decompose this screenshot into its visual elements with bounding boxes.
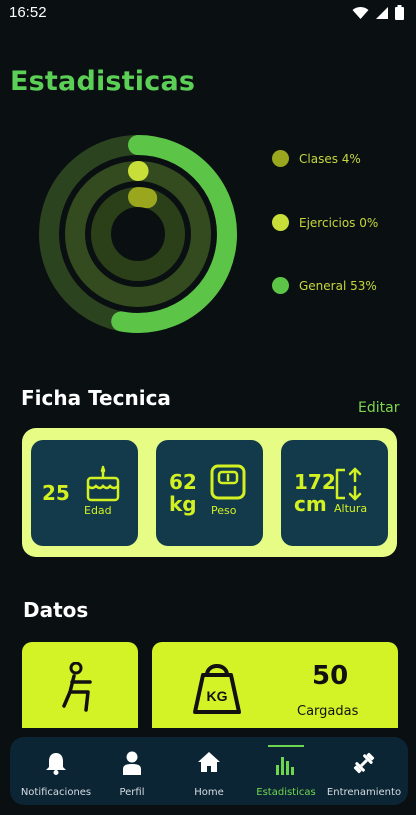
legend-item-clases: Clases 4% [272,150,361,167]
nav-label-entrenamiento: Entrenamiento [326,787,402,798]
altura-unit: cm [294,492,327,516]
kettlebell-icon: KG [190,659,244,721]
dumbbell-icon [352,751,376,779]
kettlebell-icon-text: KG [207,688,228,704]
peso-value: 62 [169,470,197,494]
edad-value: 25 [42,481,70,505]
user-icon [122,751,142,779]
nav-label-perfil: Perfil [119,787,145,798]
edad-label: Edad [84,504,112,517]
legend-dot-general [272,277,289,294]
nav-item-notificaciones[interactable]: Notificaciones [14,737,98,805]
signal-icon [375,5,389,24]
legend-label-ejercicios: Ejercicios 0% [299,215,379,230]
legend-dot-ejercicios [272,214,289,231]
exercise-card[interactable] [22,642,138,728]
cargadas-count: 50 [312,661,349,691]
nav-item-home[interactable]: Home [174,737,244,805]
birthday-cake-icon [83,464,123,508]
legend-label-clases: Clases 4% [299,151,361,166]
nav-item-perfil[interactable]: Perfil [98,737,166,805]
legend-item-ejercicios: Ejercicios 0% [272,214,378,231]
peso-unit: kg [169,492,197,516]
legend-dot-clases [272,150,289,167]
page-title: Estadisticas [10,66,196,97]
status-time: 16:52 [9,4,47,21]
nav-label-notificaciones: Notificaciones [20,787,92,798]
battery-icon [395,5,404,24]
altura-value: 172 [294,470,336,494]
nav-label-home: Home [194,787,224,798]
legend-item-general: General 53% [272,277,377,294]
peso-label: Peso [211,504,237,517]
height-arrows-icon [333,466,367,506]
ficha-tecnica-panel: 25 Edad 62 kg Peso 172 cm Altura [22,428,397,557]
altura-card[interactable]: 172 cm Altura [281,440,388,546]
status-bar: 16:52 [0,0,416,26]
edit-button[interactable]: Editar [358,400,399,416]
edad-card[interactable]: 25 Edad [31,440,138,546]
nav-label-estadisticas: Estadisticas [256,787,316,798]
altura-label: Altura [334,502,368,515]
progress-rings [39,135,237,333]
home-icon [197,751,221,777]
ficha-tecnica-title: Ficha Tecnica [21,386,171,410]
peso-card[interactable]: 62 kg Peso [156,440,263,546]
ring-track-clases [91,187,185,281]
legend-label-general: General 53% [299,278,377,293]
cargadas-card[interactable]: KG 50 Cargadas [152,642,398,728]
bottom-navigation: Notificaciones Perfil Home Estadisticas … [10,737,408,805]
bell-icon [45,751,67,779]
squat-icon [60,661,100,722]
active-tab-indicator [268,745,304,747]
nav-item-entrenamiento[interactable]: Entrenamiento [324,737,404,805]
bar-chart-icon [275,753,297,779]
wifi-icon [352,5,369,24]
scale-icon [208,462,248,506]
nav-item-estadisticas[interactable]: Estadisticas [250,737,322,805]
cargadas-label: Cargadas [297,704,359,719]
datos-title: Datos [23,598,89,622]
status-icons [352,5,404,24]
